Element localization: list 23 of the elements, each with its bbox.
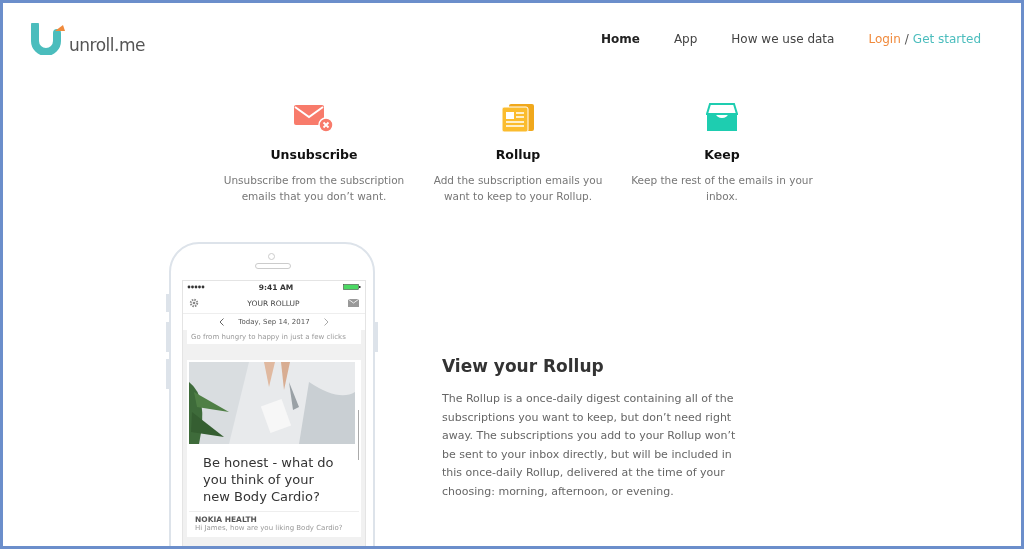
feature-description: Add the subscription emails you want to keep to your Rollup. <box>432 173 604 204</box>
feature-title: Keep <box>704 147 740 162</box>
section-paragraph: The Rollup is a once-daily digest containing all of the subscriptions you want to keep, but don’t need right away. The subscriptions you add to your Rollup won’t be sent to your inbox directly, but will be included in this once-daily Rollup, delivered at the time of your choosing: morning, afternoon, or evening. <box>442 391 737 500</box>
inbox-tray-icon <box>706 103 738 133</box>
feature-description: Unsubscribe from the subscription emails that you don’t want. <box>223 173 405 204</box>
feature-description: Keep the rest of the emails in your inbox. <box>631 173 813 204</box>
feature-title: Unsubscribe <box>270 147 358 162</box>
envelope-icon <box>294 103 334 133</box>
section-title: View your Rollup <box>442 356 605 376</box>
battery-icon <box>343 284 361 290</box>
nav-link[interactable]: How we use data <box>731 32 835 46</box>
settings-icon[interactable] <box>189 298 199 308</box>
email-headline: Be honest - what do you think of your new Body Cardio? <box>203 454 335 505</box>
scroll-bar <box>357 410 359 460</box>
newspaper-icon <box>501 103 535 133</box>
nav-link[interactable]: App <box>673 32 698 46</box>
nav-link[interactable]: Home <box>600 32 640 46</box>
speaker-slot <box>255 263 291 269</box>
mail-icon[interactable] <box>348 299 359 307</box>
separator-text: / <box>904 32 909 46</box>
feature-title: Rollup <box>495 147 541 162</box>
logo-text[interactable]: unroll.me <box>69 35 145 55</box>
logo-icon <box>31 23 67 55</box>
